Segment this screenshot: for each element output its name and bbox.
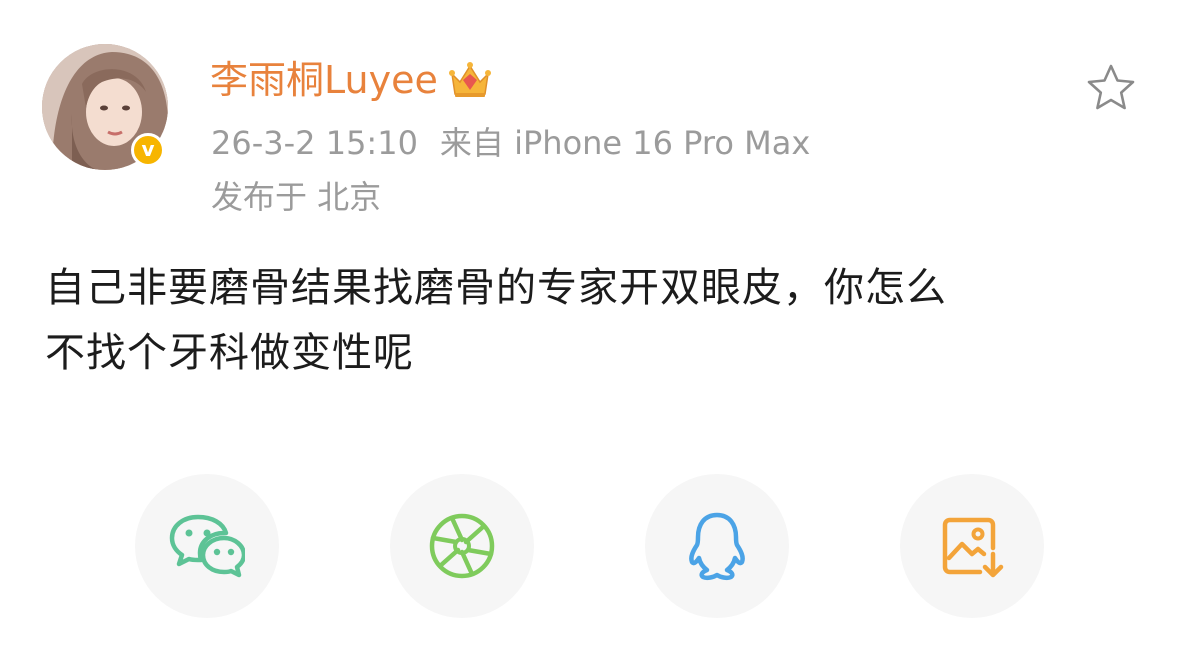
share-moments-button[interactable] (390, 474, 534, 618)
save-image-button[interactable] (900, 474, 1044, 618)
username[interactable]: 李雨桐Luyee (210, 54, 438, 106)
post-text-line: 自己非要磨骨结果找磨骨的专家开双眼皮，你怎么 (45, 265, 947, 311)
moments-icon (429, 513, 495, 579)
post-meta: 26-3-2 15:10 来自 iPhone 16 Pro Max (211, 122, 810, 164)
post-time: 26-3-2 15:10 (211, 124, 418, 162)
post-content: 自己非要磨骨结果找磨骨的专家开双眼皮，你怎么 不找个牙科做变性呢 (45, 256, 1135, 386)
weibo-post-share-page: v 李雨桐Luyee 26-3-2 15:10 来自 iPhone 16 Pro … (0, 0, 1179, 647)
share-wechat-button[interactable] (135, 474, 279, 618)
wechat-icon (169, 514, 245, 578)
crown-icon (448, 62, 491, 97)
qq-icon (689, 512, 745, 581)
username-row: 李雨桐Luyee (210, 54, 492, 106)
post-location: 发布于 北京 (211, 178, 382, 216)
post-text-line: 不找个牙科做变性呢 (45, 330, 414, 376)
star-icon[interactable] (1085, 62, 1137, 114)
save-image-icon (942, 517, 1004, 578)
verified-badge: v (131, 133, 165, 167)
share-qq-button[interactable] (645, 474, 789, 618)
post-source: 来自 iPhone 16 Pro Max (439, 124, 811, 162)
